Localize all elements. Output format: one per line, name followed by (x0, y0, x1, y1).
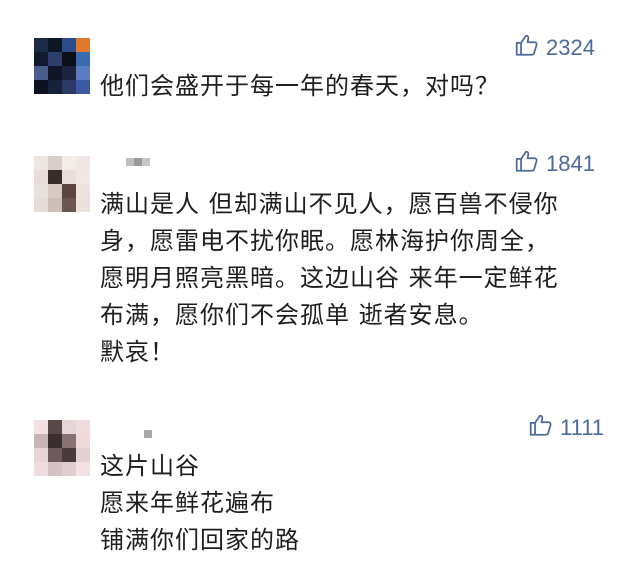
username[interactable] (126, 158, 150, 166)
comment-line: 身，愿雷电不扰你眠。愿林海护你周全， (100, 227, 550, 255)
comment-line: 他们会盛开于每一年的春天，对吗？ (100, 72, 500, 100)
avatar[interactable] (34, 420, 90, 476)
like-count: 2324 (546, 35, 595, 60)
comment-line: 铺满你们回家的路 (100, 526, 300, 554)
comment-line: 满山是人 但却满山不见人，愿百兽不侵你 (100, 190, 559, 218)
comment-item: 2324 他们会盛开于每一年的春天，对吗？ (0, 0, 640, 120)
like-count: 1841 (546, 151, 595, 176)
avatar[interactable] (34, 38, 90, 94)
avatar[interactable] (34, 156, 90, 212)
comment-text: 满山是人 但却满山不见人，愿百兽不侵你 身，愿雷电不扰你眠。愿林海护你周全， 愿… (100, 186, 620, 371)
comment-line: 愿来年鲜花遍布 (100, 489, 275, 517)
thumbs-up-icon (514, 32, 540, 64)
like-button[interactable]: 1111 (528, 412, 604, 444)
thumbs-up-icon (514, 148, 540, 180)
like-count: 1111 (560, 415, 605, 440)
comment-text: 他们会盛开于每一年的春天，对吗？ (100, 68, 620, 105)
thumbs-up-icon (528, 412, 554, 444)
comment-line: 这片山谷 (100, 452, 200, 480)
username[interactable] (144, 430, 152, 438)
comment-line: 布满，愿你们不会孤单 逝者安息。 (100, 301, 484, 329)
comment-text: 这片山谷 愿来年鲜花遍布 铺满你们回家的路 (100, 448, 620, 559)
comment-line: 默哀！ (100, 338, 175, 366)
comment-line: 愿明月照亮黑暗。这边山谷 来年一定鲜花 (100, 264, 559, 292)
like-button[interactable]: 1841 (514, 148, 595, 180)
like-button[interactable]: 2324 (514, 32, 595, 64)
